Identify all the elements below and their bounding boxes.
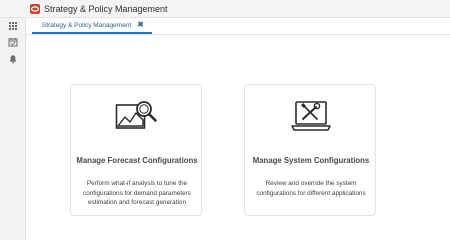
card-title: Manage Forecast Configurations (76, 156, 198, 165)
oracle-logo-icon (30, 4, 40, 14)
calendar-icon[interactable] (7, 36, 19, 48)
close-icon[interactable]: ✖ (137, 21, 144, 29)
app-title: Strategy & Policy Management (44, 4, 168, 14)
left-rail (0, 0, 26, 240)
bell-icon[interactable] (7, 53, 19, 65)
card-title: Manage System Configurations (252, 156, 370, 165)
card-description: Review and override the system configura… (256, 180, 366, 197)
manage-system-configurations-card[interactable]: Manage System Configurations Review and … (244, 84, 376, 216)
tab-bar: Strategy & Policy Management ✖ (26, 18, 450, 35)
app-header: Strategy & Policy Management (0, 0, 450, 18)
app-window: Strategy & Policy Management Strategy & … (0, 0, 450, 240)
tab-label: Strategy & Policy Management (42, 21, 132, 29)
main-content: Manage Forecast Configurations Perform w… (26, 35, 450, 240)
card-description: Perform what-if analysis to tune the con… (83, 180, 191, 206)
chart-magnifier-icon (115, 101, 157, 129)
manage-forecast-configurations-card[interactable]: Manage Forecast Configurations Perform w… (70, 84, 202, 216)
apps-grid-icon[interactable] (7, 20, 19, 32)
tab-strategy-policy-management[interactable]: Strategy & Policy Management ✖ (32, 18, 152, 34)
laptop-tools-icon (291, 101, 331, 131)
